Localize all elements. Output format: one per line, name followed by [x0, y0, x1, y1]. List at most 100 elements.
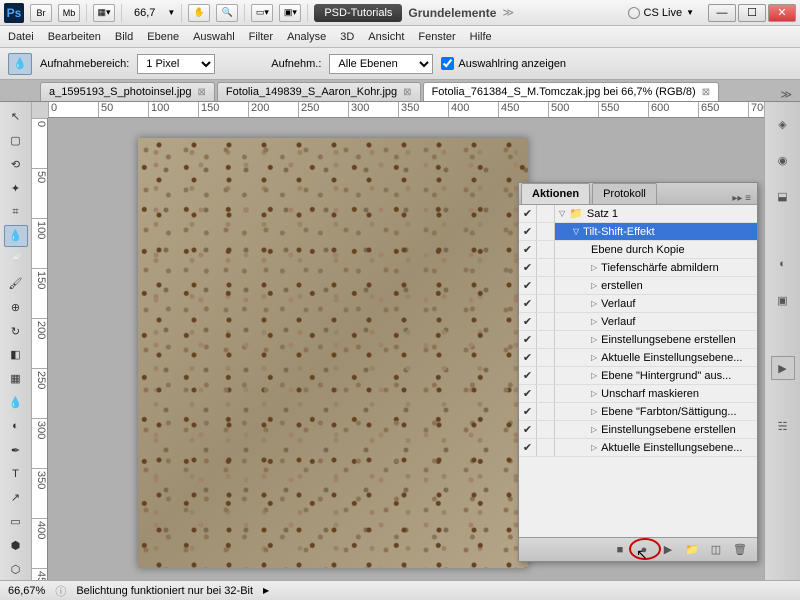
action-step[interactable]: ✔Ebene durch Kopie: [519, 241, 757, 259]
close-icon[interactable]: ⊠: [403, 87, 411, 98]
dodge-tool[interactable]: ◐: [4, 415, 28, 437]
action-step[interactable]: ✔▷Unscharf maskieren: [519, 385, 757, 403]
action-step[interactable]: ✔▷Verlauf: [519, 313, 757, 331]
menu-datei[interactable]: Datei: [8, 31, 34, 43]
hand-button[interactable]: ✋: [188, 4, 210, 22]
masks-panel-icon[interactable]: ▣: [771, 288, 795, 312]
arrange-button[interactable]: ▭▾: [251, 4, 273, 22]
adjustments-panel-icon[interactable]: ◐: [771, 252, 795, 276]
crop-tool[interactable]: ⌗: [4, 201, 28, 223]
path-tool[interactable]: ↗: [4, 487, 28, 509]
zoom-percent[interactable]: 66,7: [128, 7, 161, 19]
marquee-tool[interactable]: ▢: [4, 130, 28, 152]
action-step[interactable]: ✔▷Einstellungsebene erstellen: [519, 331, 757, 349]
document-tab[interactable]: Fotolia_761384_S_M.Tomczak.jpg bei 66,7%…: [423, 82, 720, 101]
play-button[interactable]: ▶: [661, 543, 675, 557]
actions-panel-icon[interactable]: ▶: [771, 356, 795, 380]
blur-tool[interactable]: 💧: [4, 392, 28, 414]
tab-aktionen[interactable]: Aktionen: [521, 183, 590, 204]
action-step[interactable]: ✔▷erstellen: [519, 277, 757, 295]
gradient-tool[interactable]: ▦: [4, 368, 28, 390]
3d-tool[interactable]: ⬢: [4, 534, 28, 556]
sample-size-select[interactable]: 1 Pixel: [137, 54, 215, 74]
stamp-tool[interactable]: ⊕: [4, 296, 28, 318]
bridge-button[interactable]: Br: [30, 4, 52, 22]
healing-tool[interactable]: 🩹: [4, 249, 28, 271]
swatches-panel-icon[interactable]: ◉: [771, 148, 795, 172]
document-image[interactable]: [138, 138, 528, 568]
screen-mode-button[interactable]: ▣▾: [279, 4, 301, 22]
brush-tool[interactable]: 🖌: [4, 273, 28, 295]
close-icon[interactable]: ⊠: [702, 87, 710, 98]
view-extras-button[interactable]: ▦▾: [93, 4, 115, 22]
action-step[interactable]: ✔▷Aktuelle Einstellungsebene...: [519, 439, 757, 457]
minimize-button[interactable]: —: [708, 4, 736, 22]
menubar: Datei Bearbeiten Bild Ebene Auswahl Filt…: [0, 26, 800, 48]
titlebar: Ps Br Mb ▦▾ 66,7▼ ✋ 🔍 ▭▾ ▣▾ PSD-Tutorial…: [0, 0, 800, 26]
ruler-vertical[interactable]: 050100150200250300350400450500550: [32, 118, 48, 580]
sampling-ring-checkbox[interactable]: [441, 57, 454, 70]
color-panel-icon[interactable]: ◈: [771, 112, 795, 136]
status-bar: 66,67% ⓘ Belichtung funktioniert nur bei…: [0, 580, 800, 600]
3d-camera-tool[interactable]: ⬡: [4, 558, 28, 580]
pen-tool[interactable]: ✒: [4, 439, 28, 461]
wand-tool[interactable]: ✦: [4, 177, 28, 199]
layers-panel-icon[interactable]: ☵: [771, 414, 795, 438]
menu-ebene[interactable]: Ebene: [147, 31, 179, 43]
close-button[interactable]: ✕: [768, 4, 796, 22]
sample-select[interactable]: Alle Ebenen: [329, 54, 433, 74]
collapsed-panels: ◈ ◉ ⬓ ◐ ▣ ▶ ☵: [764, 102, 800, 580]
menu-fenster[interactable]: Fenster: [418, 31, 455, 43]
history-brush-tool[interactable]: ↻: [4, 320, 28, 342]
lasso-tool[interactable]: ⟲: [4, 154, 28, 176]
panel-menu-icon[interactable]: ▸▸ ≡: [726, 193, 757, 204]
menu-bild[interactable]: Bild: [115, 31, 133, 43]
menu-auswahl[interactable]: Auswahl: [193, 31, 235, 43]
app-icon: Ps: [4, 3, 24, 23]
action-step[interactable]: ✔▷Ebene "Hintergrund" aus...: [519, 367, 757, 385]
tab-protokoll[interactable]: Protokoll: [592, 183, 657, 204]
maximize-button[interactable]: ☐: [738, 4, 766, 22]
menu-analyse[interactable]: Analyse: [287, 31, 326, 43]
menu-ansicht[interactable]: Ansicht: [368, 31, 404, 43]
close-icon[interactable]: ⊠: [198, 87, 206, 98]
eyedropper-tool[interactable]: 💧: [4, 225, 28, 247]
workspace-sub[interactable]: Grundelemente: [408, 6, 496, 20]
delete-button[interactable]: 🗑: [733, 543, 747, 557]
action-step[interactable]: ✔▷Einstellungsebene erstellen: [519, 421, 757, 439]
menu-hilfe[interactable]: Hilfe: [470, 31, 492, 43]
new-set-button[interactable]: 📁: [685, 543, 699, 557]
move-tool[interactable]: ↖: [4, 106, 28, 128]
ruler-horizontal[interactable]: 0501001502002503003504004505005506006507…: [48, 102, 764, 118]
new-action-button[interactable]: ◫: [709, 543, 723, 557]
action-step[interactable]: ✔▷Verlauf: [519, 295, 757, 313]
document-tab[interactable]: Fotolia_149839_S_Aaron_Kohr.jpg⊠: [217, 82, 421, 101]
action-step[interactable]: ✔▷Tiefenschärfe abmildern: [519, 259, 757, 277]
menu-bearbeiten[interactable]: Bearbeiten: [48, 31, 101, 43]
action-step[interactable]: ✔▷Ebene "Farbton/Sättigung...: [519, 403, 757, 421]
styles-panel-icon[interactable]: ⬓: [771, 184, 795, 208]
menu-filter[interactable]: Filter: [249, 31, 273, 43]
stop-button[interactable]: ■: [613, 543, 627, 557]
zoom-button[interactable]: 🔍: [216, 4, 238, 22]
eyedropper-tool-icon: 💧: [8, 53, 32, 75]
document-tab[interactable]: a_1595193_S_photoinsel.jpg⊠: [40, 82, 215, 101]
options-bar: 💧 Aufnahmebereich: 1 Pixel Aufnehm.: All…: [0, 48, 800, 80]
document-tabs: a_1595193_S_photoinsel.jpg⊠ Fotolia_1498…: [0, 80, 800, 102]
action-step[interactable]: ✔▷Aktuelle Einstellungsebene...: [519, 349, 757, 367]
menu-3d[interactable]: 3D: [340, 31, 354, 43]
status-zoom[interactable]: 66,67%: [8, 585, 45, 597]
sampling-ring-label: Auswahlring anzeigen: [458, 58, 566, 70]
type-tool[interactable]: T: [4, 463, 28, 485]
actions-panel: Aktionen Protokoll ▸▸ ≡ ✔▽📁 Satz 1 ✔▽Til…: [518, 182, 758, 562]
sample-size-label: Aufnahmebereich:: [40, 58, 129, 70]
action-selected[interactable]: ✔▽Tilt-Shift-Effekt: [519, 223, 757, 241]
tabs-overflow[interactable]: ≫: [772, 88, 800, 101]
eraser-tool[interactable]: ◧: [4, 344, 28, 366]
shape-tool[interactable]: ▭: [4, 511, 28, 533]
cs-live[interactable]: CS Live▼: [628, 7, 694, 19]
workspace-label[interactable]: PSD-Tutorials: [314, 4, 402, 22]
actions-list[interactable]: ✔▽📁 Satz 1 ✔▽Tilt-Shift-Effekt ✔Ebene du…: [519, 205, 757, 537]
record-button[interactable]: ●: [637, 543, 651, 557]
minibridge-button[interactable]: Mb: [58, 4, 80, 22]
